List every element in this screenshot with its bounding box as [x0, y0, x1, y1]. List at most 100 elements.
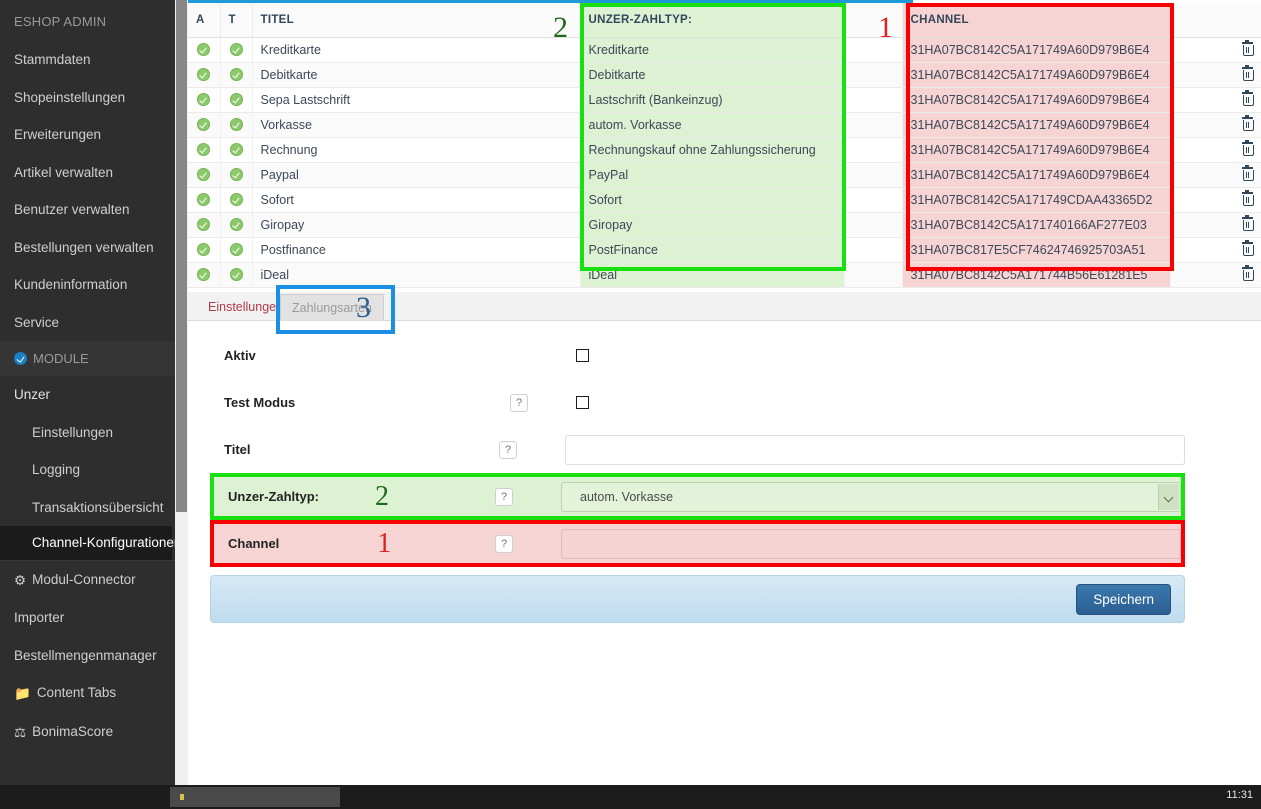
table-row[interactable]: PostfinancePostFinance 31HA07BC817E5CF746…	[188, 238, 1261, 263]
trash-icon[interactable]	[1242, 217, 1253, 230]
cell-titel[interactable]: Debitkarte	[252, 63, 580, 88]
sidebar-item-shopeinstellungen[interactable]: Shopeinstellungen	[0, 79, 175, 117]
table-row[interactable]: Vorkasseautom. Vorkasse31HA07BC8142C5A17…	[188, 113, 1261, 138]
cell-active[interactable]	[188, 113, 220, 138]
sidebar-item-benutzer-verwalten[interactable]: Benutzer verwalten	[0, 191, 175, 229]
table-row[interactable]: GiropayGiropay31HA07BC8142C5A171740166AF…	[188, 213, 1261, 238]
taskbar-window-button[interactable]	[170, 787, 340, 807]
sidebar-item-transaktionsuebersicht[interactable]: Transaktionsübersicht	[0, 489, 175, 527]
col-header-channel[interactable]: CHANNEL	[902, 3, 1170, 38]
help-icon-test-modus[interactable]: ?	[510, 394, 528, 412]
help-icon-channel[interactable]: ?	[495, 535, 513, 553]
cell-actions[interactable]	[1170, 38, 1261, 63]
col-header-t[interactable]: T	[220, 3, 252, 38]
cell-titel[interactable]: Paypal	[252, 163, 580, 188]
cell-zahltyp[interactable]: PayPal	[580, 163, 844, 188]
cell-channel[interactable]: 31HA07BC8142C5A171749A60D979B6E4	[902, 113, 1170, 138]
cell-active[interactable]	[188, 38, 220, 63]
cell-test[interactable]	[220, 113, 252, 138]
trash-icon[interactable]	[1242, 192, 1253, 205]
table-row[interactable]: SofortSofort 31HA07BC8142C5A171749CDAA433…	[188, 188, 1261, 213]
tab-zahlungsarten[interactable]: Zahlungsarten	[280, 294, 384, 320]
unzer-zahltyp-select[interactable]: autom. Vorkasse	[561, 482, 1181, 512]
cell-test[interactable]	[220, 63, 252, 88]
help-icon-titel[interactable]: ?	[499, 441, 517, 459]
help-icon-unzer-zahltyp[interactable]: ?	[495, 488, 513, 506]
cell-titel[interactable]: iDeal	[252, 263, 580, 288]
cell-channel[interactable]: 31HA07BC8142C5A171740166AF277E03	[902, 213, 1170, 238]
cell-actions[interactable]	[1170, 238, 1261, 263]
cell-titel[interactable]: Kreditkarte	[252, 38, 580, 63]
cell-zahltyp[interactable]: Giropay	[580, 213, 844, 238]
cell-zahltyp[interactable]: Debitkarte	[580, 63, 844, 88]
sidebar-item-stammdaten[interactable]: Stammdaten	[0, 41, 175, 79]
cell-actions[interactable]	[1170, 138, 1261, 163]
cell-channel[interactable]: 31HA07BC8142C5A171749A60D979B6E4	[902, 163, 1170, 188]
cell-titel[interactable]: Vorkasse	[252, 113, 580, 138]
cell-zahltyp[interactable]: PostFinance	[580, 238, 844, 263]
titel-input[interactable]	[565, 435, 1185, 465]
cell-channel[interactable]: 31HA07BC8142C5A171749A60D979B6E4	[902, 63, 1170, 88]
cell-titel[interactable]: Sofort	[252, 188, 580, 213]
cell-channel[interactable]: 31HA07BC8142C5A171744B56E61281E5	[902, 263, 1170, 288]
cell-zahltyp[interactable]: Lastschrift (Bankeinzug)	[580, 88, 844, 113]
trash-icon[interactable]	[1242, 167, 1253, 180]
sidebar-item-logging[interactable]: Logging	[0, 451, 175, 489]
cell-actions[interactable]	[1170, 113, 1261, 138]
table-row[interactable]: iDealiDeal31HA07BC8142C5A171744B56E61281…	[188, 263, 1261, 288]
table-row[interactable]: DebitkarteDebitkarte 31HA07BC8142C5A17174…	[188, 63, 1261, 88]
trash-icon[interactable]	[1242, 67, 1253, 80]
cell-channel[interactable]: 31HA07BC817E5CF74624746925703A51	[902, 238, 1170, 263]
cell-active[interactable]	[188, 63, 220, 88]
cell-active[interactable]	[188, 263, 220, 288]
cell-test[interactable]	[220, 138, 252, 163]
sidebar-item-importer[interactable]: Importer	[0, 599, 175, 637]
sidebar-item-einstellungen[interactable]: Einstellungen	[0, 414, 175, 452]
trash-icon[interactable]	[1242, 42, 1253, 55]
cell-actions[interactable]	[1170, 88, 1261, 113]
trash-icon[interactable]	[1242, 242, 1253, 255]
table-row[interactable]: KreditkarteKreditkarte31HA07BC8142C5A171…	[188, 38, 1261, 63]
chevron-down-icon[interactable]	[1158, 484, 1179, 510]
table-row[interactable]: RechnungRechnungskauf ohne Zahlungssiche…	[188, 138, 1261, 163]
cell-zahltyp[interactable]: Sofort	[580, 188, 844, 213]
aktiv-checkbox[interactable]	[576, 349, 589, 362]
sidebar-item-modul-connector[interactable]: ⚙Modul-Connector	[0, 560, 175, 600]
cell-active[interactable]	[188, 238, 220, 263]
col-header-titel[interactable]: TITEL	[252, 3, 580, 38]
cell-actions[interactable]	[1170, 213, 1261, 238]
cell-test[interactable]	[220, 163, 252, 188]
cell-active[interactable]	[188, 88, 220, 113]
cell-channel[interactable]: 31HA07BC8142C5A171749A60D979B6E4	[902, 38, 1170, 63]
table-row[interactable]: PaypalPayPal 31HA07BC8142C5A171749A60D979…	[188, 163, 1261, 188]
sidebar-item-erweiterungen[interactable]: Erweiterungen	[0, 116, 175, 154]
sidebar-item-content-tabs[interactable]: 📁Content Tabs	[0, 674, 175, 713]
sidebar-item-bestellmengenmanager[interactable]: Bestellmengenmanager	[0, 637, 175, 675]
cell-channel[interactable]: 31HA07BC8142C5A171749CDAA43365D2	[902, 188, 1170, 213]
sidebar-item-kundeninformation[interactable]: Kundeninformation	[0, 266, 175, 304]
col-header-a[interactable]: A	[188, 3, 220, 38]
col-header-unzer-zahltyp[interactable]: UNZER-ZAHLTYP:	[580, 3, 844, 38]
cell-active[interactable]	[188, 138, 220, 163]
cell-actions[interactable]	[1170, 188, 1261, 213]
cell-actions[interactable]	[1170, 263, 1261, 288]
cell-test[interactable]	[220, 38, 252, 63]
cell-actions[interactable]	[1170, 63, 1261, 88]
cell-titel[interactable]: Sepa Lastschrift	[252, 88, 580, 113]
table-row[interactable]: Sepa LastschriftLastschrift (Bankeinzug)…	[188, 88, 1261, 113]
trash-icon[interactable]	[1242, 142, 1253, 155]
cell-channel[interactable]: 31HA07BC8142C5A171749A60D979B6E4	[902, 88, 1170, 113]
sidebar-item-channel-konfigurationen[interactable]: Channel-Konfigurationen	[0, 526, 172, 560]
trash-icon[interactable]	[1242, 267, 1253, 280]
cell-test[interactable]	[220, 188, 252, 213]
cell-actions[interactable]	[1170, 163, 1261, 188]
cell-titel[interactable]: Postfinance	[252, 238, 580, 263]
test-modus-checkbox[interactable]	[576, 396, 589, 409]
trash-icon[interactable]	[1242, 117, 1253, 130]
sidebar-scrollbar-thumb[interactable]	[176, 0, 187, 512]
save-button[interactable]: Speichern	[1076, 584, 1171, 615]
sidebar-item-service[interactable]: Service	[0, 304, 175, 342]
channel-input[interactable]	[561, 529, 1181, 559]
cell-active[interactable]	[188, 213, 220, 238]
cell-channel[interactable]: 31HA07BC8142C5A171749A60D979B6E4	[902, 138, 1170, 163]
